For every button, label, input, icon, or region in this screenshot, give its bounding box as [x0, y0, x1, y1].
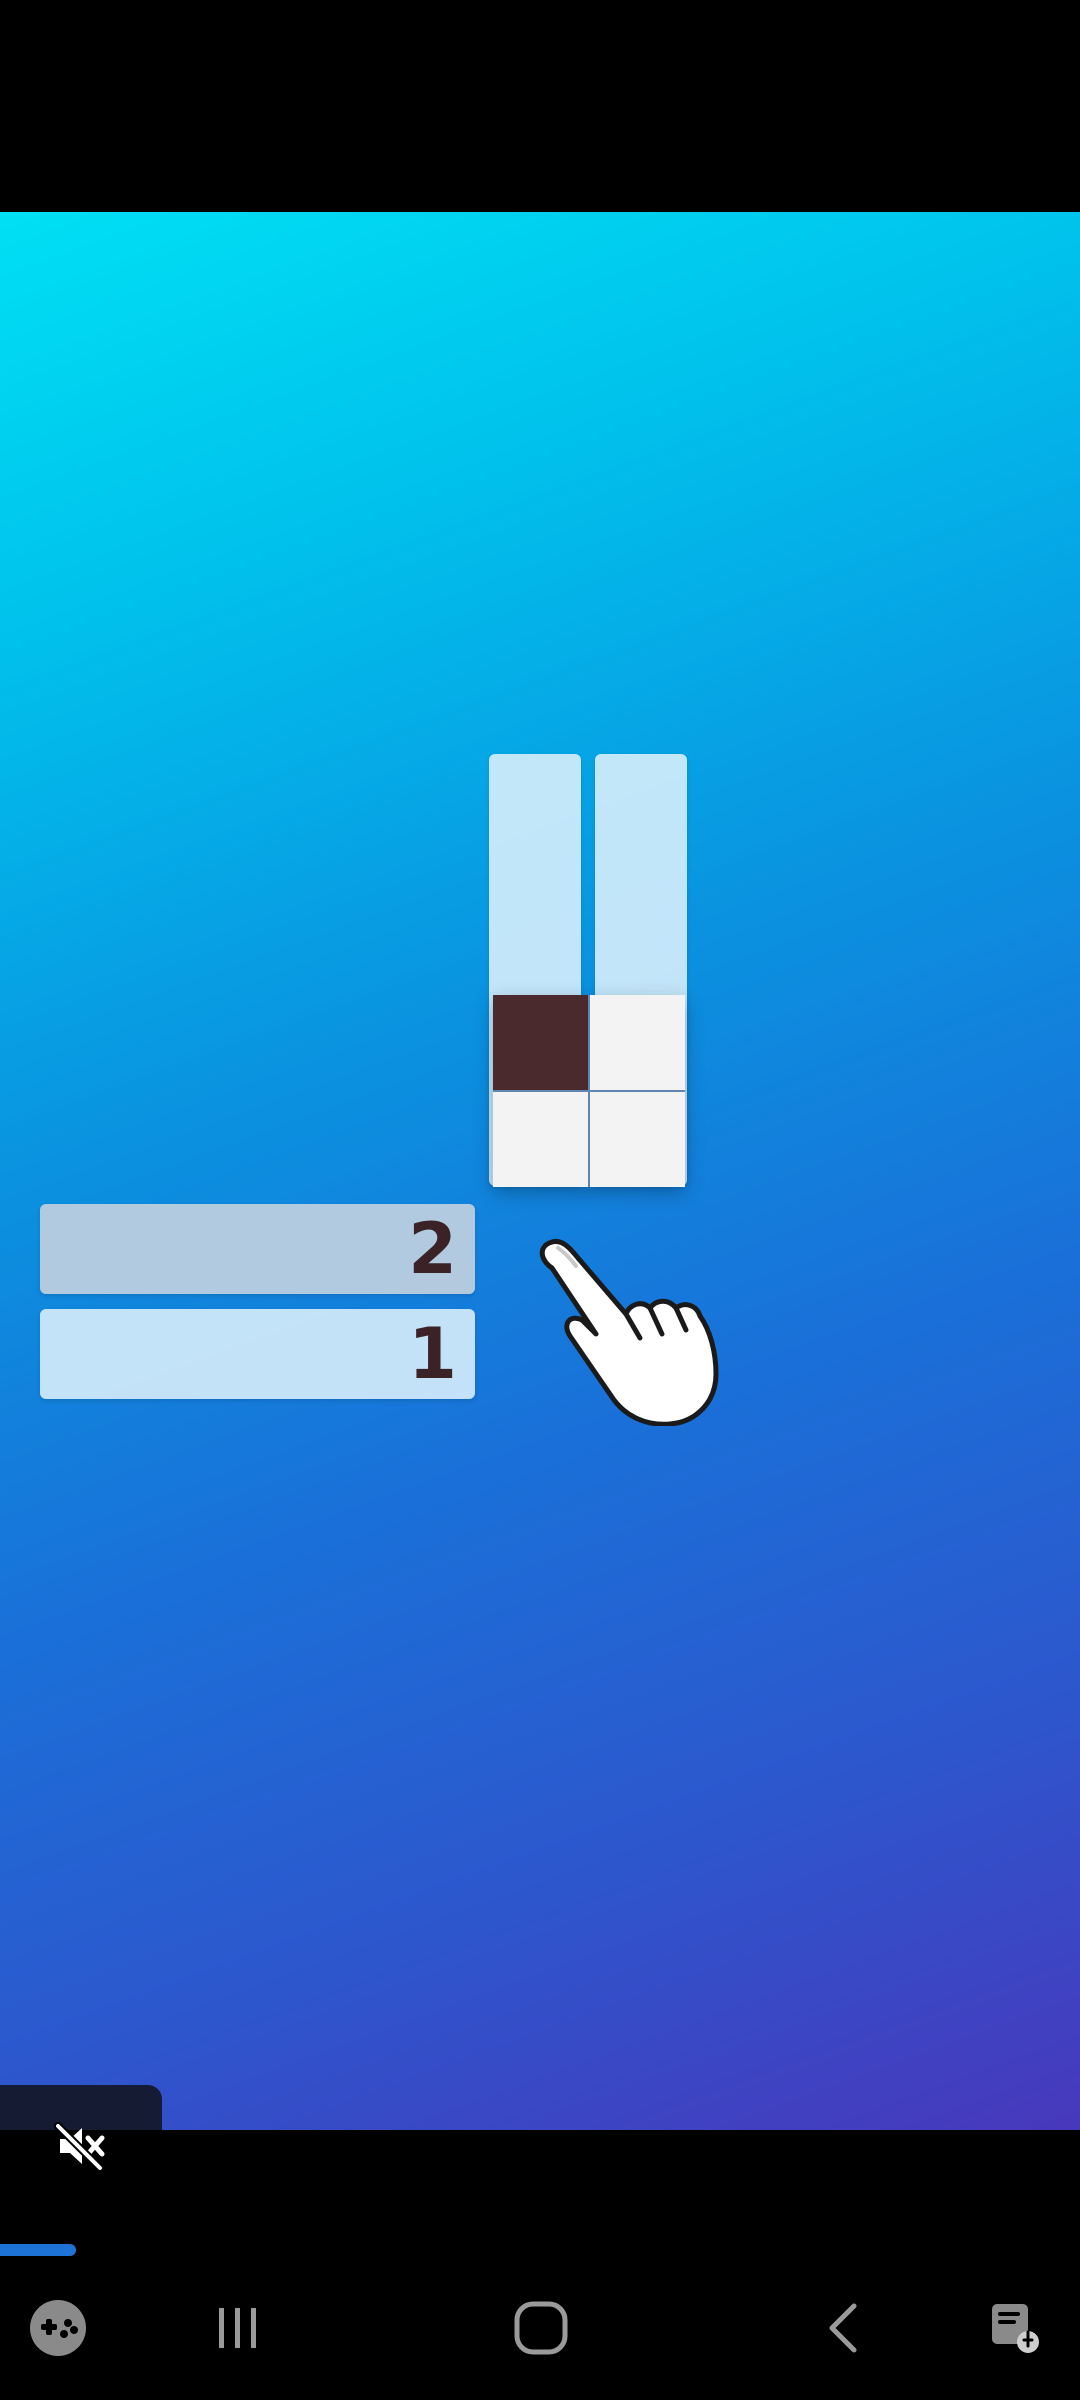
game-controller-icon[interactable] [10, 2280, 106, 2376]
pointing-hand-icon [539, 1238, 719, 1426]
cell-r1-c1[interactable] [493, 995, 588, 1090]
cell-r2-c2[interactable] [590, 1092, 685, 1187]
cell-r1-c2[interactable] [590, 995, 685, 1090]
row-clue-1-number: 2 [408, 1208, 457, 1290]
row-clue-1: 2 [40, 1204, 475, 1294]
capture-icon[interactable] [968, 2280, 1064, 2376]
home-icon[interactable] [493, 2280, 589, 2376]
video-progress-bar[interactable] [0, 2244, 1080, 2256]
row-clue-2-number: 1 [408, 1313, 457, 1395]
back-icon[interactable] [796, 2280, 892, 2376]
video-progress-fill [0, 2244, 76, 2256]
volume-mute-icon[interactable] [52, 2118, 108, 2174]
puzzle-board [493, 995, 685, 1187]
recent-apps-icon[interactable] [190, 2280, 286, 2376]
status-bar [0, 0, 1080, 212]
cell-r2-c1[interactable] [493, 1092, 588, 1187]
navigation-bar [0, 2280, 1080, 2376]
row-clue-2: 1 [40, 1309, 475, 1399]
